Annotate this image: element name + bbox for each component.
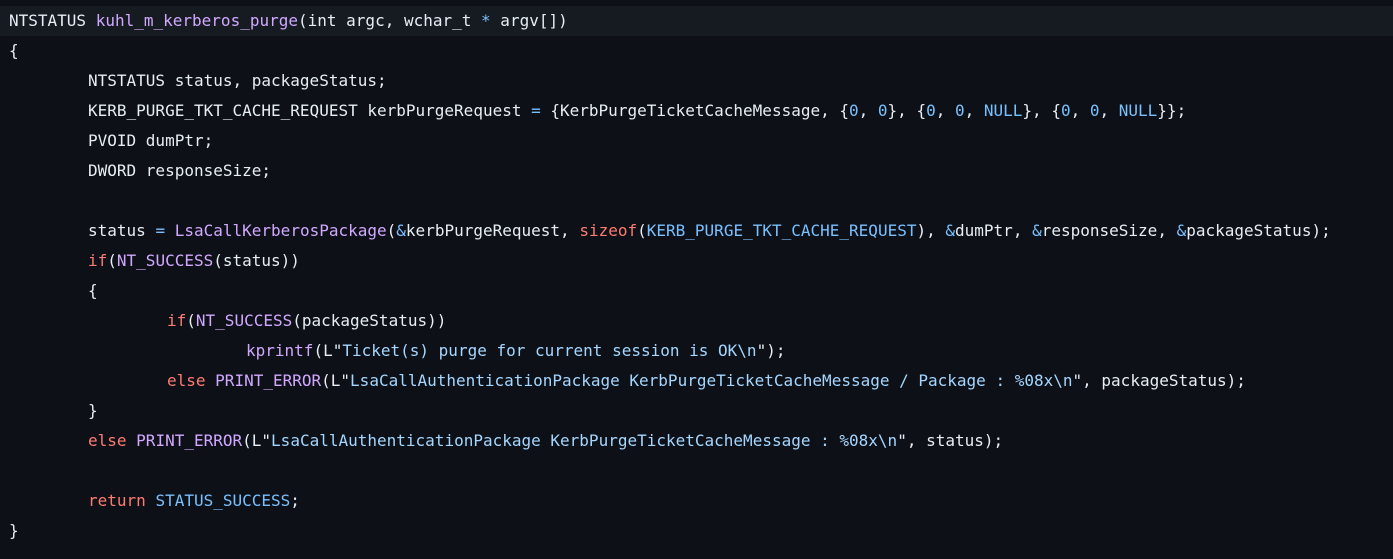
code-line: } [0, 396, 1393, 426]
code-token: 0 [926, 101, 936, 120]
code-line: if(NT_SUCCESS(status)) [0, 246, 1393, 276]
code-line: return STATUS_SUCCESS; [0, 486, 1393, 516]
code-token: responseSize, [1041, 221, 1177, 240]
code-token: = [155, 221, 166, 240]
code-line: status = LsaCallKerberosPackage(&kerbPur… [0, 216, 1393, 246]
code-token: packageStatus); [1186, 221, 1331, 240]
code-token: kprintf [246, 341, 314, 360]
code-token: KERB_PURGE_TKT_CACHE_REQUEST [646, 221, 917, 240]
code-token: NULL [983, 101, 1023, 120]
code-token: & [1032, 221, 1042, 240]
code-line: { [0, 36, 1393, 66]
code-token: (status)) [213, 251, 300, 270]
code-token: 0 [849, 101, 859, 120]
code-token: }, { [1022, 101, 1061, 120]
code-token: }, { [887, 101, 927, 120]
code-token: ( [107, 251, 117, 270]
code-token: LsaCallAuthenticationPackage KerbPurgeTi… [271, 431, 898, 450]
code-token: if [88, 251, 108, 270]
code-line: NTSTATUS kuhl_m_kerberos_purge(int argc,… [0, 6, 1393, 36]
code-token: * [481, 11, 491, 30]
code-token: & [396, 221, 406, 240]
code-token: {KerbPurgeTicketCacheMessage, { [540, 101, 849, 120]
code-line: KERB_PURGE_TKT_CACHE_REQUEST kerbPurgeRe… [0, 96, 1393, 126]
code-line: else PRINT_ERROR(L"LsaCallAuthentication… [0, 366, 1393, 396]
code-token: sizeof [579, 221, 638, 240]
code-token: (packageStatus)) [292, 311, 447, 330]
code-token: ", status); [897, 431, 1004, 450]
code-line: NTSTATUS status, packageStatus; [0, 66, 1393, 96]
code-viewer[interactable]: NTSTATUS kuhl_m_kerberos_purge(int argc,… [0, 0, 1393, 559]
code-token: NTSTATUS status, packageStatus; [88, 71, 387, 90]
code-token: } [88, 401, 98, 420]
code-token: argv[]) [490, 11, 568, 30]
code-token: ", packageStatus); [1072, 371, 1246, 390]
code-token: } [9, 521, 19, 540]
code-line: } [0, 516, 1393, 546]
code-token: ( [637, 221, 647, 240]
code-token: , [964, 101, 984, 120]
code-token: else [88, 431, 127, 450]
code-token: ( [313, 341, 324, 360]
code-token: kuhl_m_kerberos_purge [95, 11, 298, 30]
code-token: return [88, 491, 146, 510]
code-token: DWORD responseSize; [88, 161, 272, 180]
code-token: = [531, 101, 541, 120]
code-line: DWORD responseSize; [0, 156, 1393, 186]
code-token: NT_SUCCESS [116, 251, 214, 270]
code-token: LsaCallAuthenticationPackage KerbPurgeTi… [350, 371, 1073, 390]
code-token: & [945, 221, 956, 240]
code-line: { [0, 276, 1393, 306]
code-token: 0 [1089, 101, 1100, 120]
code-token: STATUS_SUCCESS [155, 491, 291, 510]
code-token: NT_SUCCESS [195, 311, 293, 330]
code-token: PRINT_ERROR [215, 371, 322, 390]
code-token: if [167, 311, 187, 330]
code-token: , [935, 101, 955, 120]
code-line: if(NT_SUCCESS(packageStatus)) [0, 306, 1393, 336]
code-token: }}; [1157, 101, 1187, 120]
code-token: NULL [1118, 101, 1158, 120]
code-token: L" [323, 341, 343, 360]
code-token: { [9, 41, 19, 60]
code-token: "); [756, 341, 786, 360]
code-token: PRINT_ERROR [136, 431, 243, 450]
code-token: status [88, 221, 156, 240]
code-token: ( [321, 371, 331, 390]
code-token: LsaCallKerberosPackage [174, 221, 387, 240]
code-token: , [858, 101, 878, 120]
code-token: 0 [1060, 101, 1071, 120]
code-token: , [1099, 101, 1119, 120]
code-token: 0 [877, 101, 888, 120]
code-token: L" [330, 371, 351, 390]
code-token: & [1176, 221, 1187, 240]
code-token: ( [186, 311, 196, 330]
code-token: , [1070, 101, 1090, 120]
code-token: 0 [954, 101, 965, 120]
code-line: else PRINT_ERROR(L"LsaCallAuthentication… [0, 426, 1393, 456]
code-token: ; [290, 491, 300, 510]
code-token: dumPtr, [955, 221, 1033, 240]
code-token: else [167, 371, 206, 390]
code-token: KERB_PURGE_TKT_CACHE_REQUEST kerbPurgeRe… [88, 101, 532, 120]
code-token: NTSTATUS [9, 11, 96, 30]
code-token: Ticket(s) purge for current session is O… [342, 341, 757, 360]
code-token: kerbPurgeRequest, [405, 221, 580, 240]
code-token: ( [242, 431, 252, 450]
code-token: L" [251, 431, 272, 450]
code-token: PVOID dumPtr; [88, 131, 214, 150]
code-line: PVOID dumPtr; [0, 126, 1393, 156]
code-line: kprintf(L"Ticket(s) purge for current se… [0, 336, 1393, 366]
code-token: (int argc, wchar_t [298, 11, 482, 30]
code-token: { [88, 281, 98, 300]
code-token: ( [386, 221, 397, 240]
code-token: ), [916, 221, 946, 240]
